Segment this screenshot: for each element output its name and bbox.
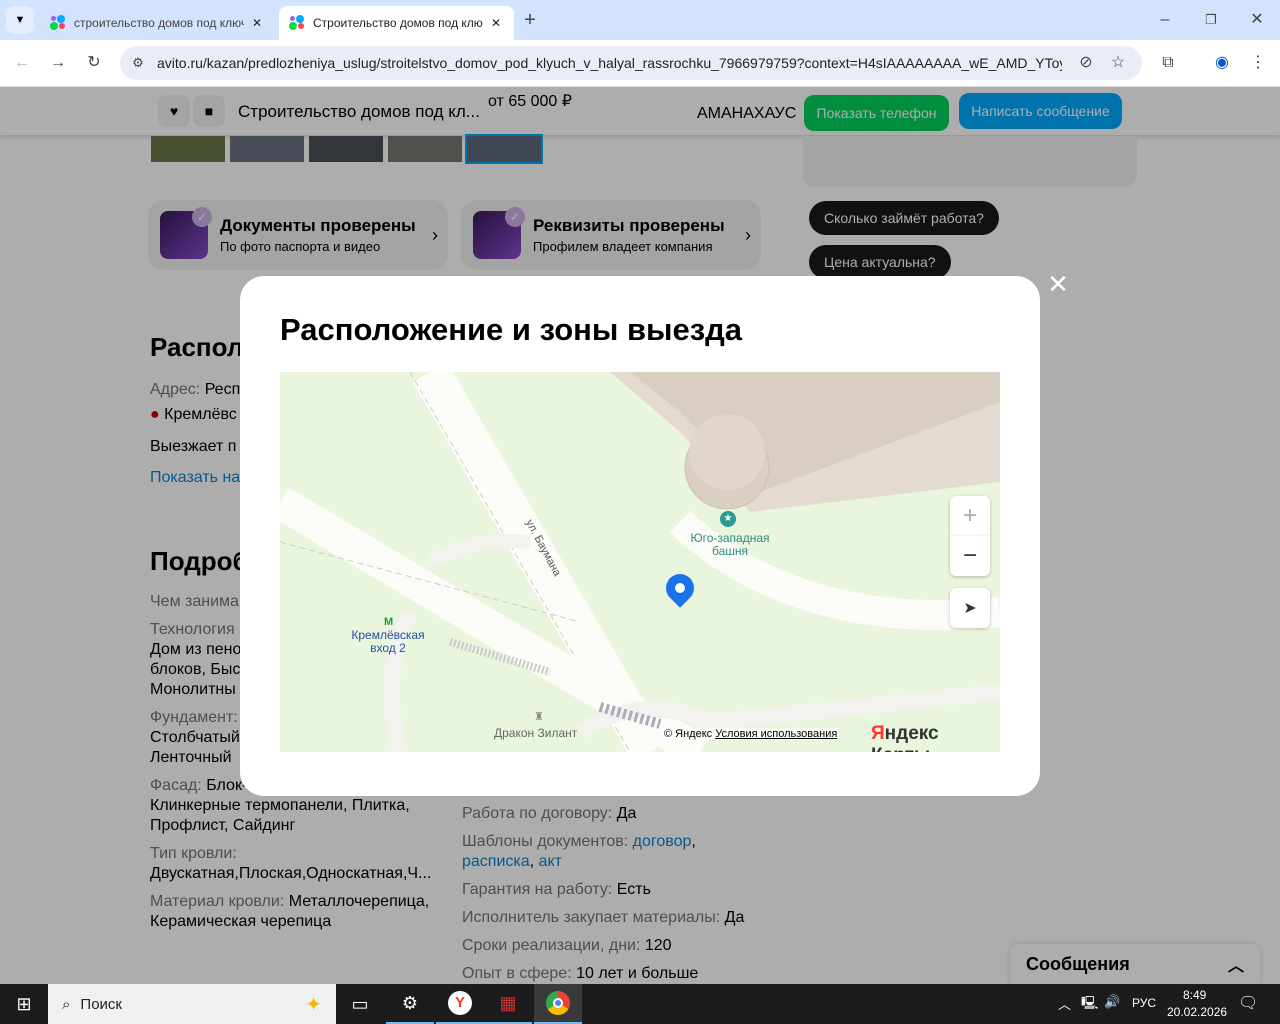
clock-time[interactable]: 8:49 xyxy=(1183,988,1206,1002)
extensions-icon[interactable]: ⧉ xyxy=(1158,53,1178,73)
minimize-icon[interactable]: – xyxy=(1155,10,1175,30)
yandex-maps-logo[interactable]: Яндекс Карты xyxy=(871,723,1000,752)
menu-icon[interactable]: ⋮ xyxy=(1248,53,1268,73)
back-icon[interactable]: ← xyxy=(12,53,32,73)
language-indicator[interactable]: РУС xyxy=(1132,996,1156,1010)
new-tab-icon[interactable]: + xyxy=(520,10,540,30)
taskbar-search[interactable]: ⌕ Поиск ✦ xyxy=(48,984,336,1024)
zoom-out-button[interactable]: − xyxy=(950,536,990,576)
metro-icon: M xyxy=(384,616,394,628)
reload-icon[interactable]: ↻ xyxy=(84,53,104,73)
map-copyright: © Яндекс Условия использования xyxy=(662,728,840,740)
zoom-in-button[interactable]: + xyxy=(950,496,990,536)
yandex-browser-icon[interactable]: Y xyxy=(436,984,484,1024)
tracking-off-icon[interactable]: ⊘ xyxy=(1076,53,1096,73)
close-tab-icon[interactable]: ✕ xyxy=(491,16,501,30)
close-tab-icon[interactable]: ✕ xyxy=(252,16,262,30)
avito-favicon xyxy=(289,15,305,31)
close-window-icon[interactable]: ✕ xyxy=(1247,10,1267,30)
profile-icon[interactable]: ◉ xyxy=(1212,53,1232,73)
monument-label: Дракон Зилант xyxy=(494,726,578,740)
site-settings-icon[interactable]: ⚙ xyxy=(128,53,148,73)
chrome-icon[interactable] xyxy=(534,984,582,1024)
bookmark-star-icon[interactable]: ☆ xyxy=(1108,53,1128,73)
geolocation-button[interactable]: ➤ xyxy=(950,588,990,628)
avito-favicon xyxy=(50,15,66,31)
url-text: avito.ru/kazan/predlozheniya_uslug/stroi… xyxy=(157,55,1062,71)
volume-icon[interactable]: 🔊 xyxy=(1104,994,1120,1010)
address-bar[interactable]: ⚙ avito.ru/kazan/predlozheniya_uslug/str… xyxy=(120,46,1142,80)
clock-date[interactable]: 20.02.2026 xyxy=(1167,1005,1227,1019)
map-tiles xyxy=(280,372,1000,752)
windows-start-icon[interactable]: ⊞ xyxy=(0,984,48,1024)
copilot-sparkle-icon: ✦ xyxy=(305,993,322,1016)
restore-icon[interactable]: ❐ xyxy=(1201,10,1221,30)
tab-title: Строительство домов под ключ xyxy=(313,16,483,30)
map[interactable]: ул. Баумана ★ Юго-западная башня M Кремл… xyxy=(280,372,1000,752)
search-icon: ⌕ xyxy=(62,995,71,1013)
tray-chevron-icon[interactable]: ︿ xyxy=(1058,994,1071,1013)
taskbar: ⊞ ⌕ Поиск ✦ ▭ ⚙ Y ▦ ︿ 🖳 🔊 РУС 8:49 20.02.2… xyxy=(0,984,1280,1024)
app-icon[interactable]: ▦ xyxy=(484,984,532,1024)
landmark-star-icon: ★ xyxy=(720,511,736,527)
tab-title: строительство домов под ключ xyxy=(74,16,244,30)
network-icon[interactable]: 🖳 xyxy=(1081,994,1098,1016)
tower-label: Юго-западная башня xyxy=(690,531,770,558)
notifications-icon[interactable]: 🗨 xyxy=(1238,993,1258,1013)
close-modal-icon[interactable]: ✕ xyxy=(1046,271,1070,297)
location-modal: Расположение и зоны выезда ул. Баумана ★… xyxy=(240,276,1040,796)
terms-link[interactable]: Условия использования xyxy=(715,728,837,740)
tab-1[interactable]: строительство домов под ключ ✕ xyxy=(40,6,275,40)
modal-title: Расположение и зоны выезда xyxy=(280,312,743,347)
metro-label: Кремлёвская вход 2 xyxy=(351,628,425,655)
settings-icon[interactable]: ⚙ xyxy=(386,984,434,1024)
forward-icon[interactable]: → xyxy=(48,53,68,73)
tab-list-button[interactable]: ▼ xyxy=(6,6,34,34)
search-placeholder: Поиск xyxy=(80,995,122,1013)
task-view-icon[interactable]: ▭ xyxy=(336,984,384,1024)
monument-icon: ♜ xyxy=(534,711,544,723)
tab-strip: ▼ строительство домов под ключ ✕ Строите… xyxy=(0,0,1280,40)
tab-2-active[interactable]: Строительство домов под ключ ✕ xyxy=(279,6,514,40)
